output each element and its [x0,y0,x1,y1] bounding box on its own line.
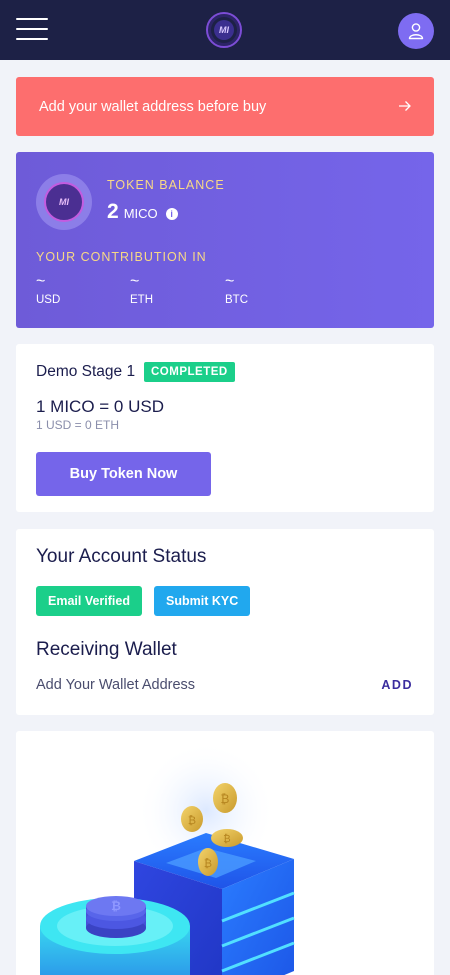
svg-text:₿: ₿ [111,899,121,913]
svg-text:₿: ₿ [204,857,212,870]
contribution-currency: ETH [130,294,153,306]
logo-text: MI [214,20,234,40]
info-icon[interactable]: i [165,208,178,220]
svg-text:₿: ₿ [188,814,196,827]
account-status-title: Your Account Status [36,546,207,567]
add-wallet-link[interactable]: ADD [381,678,413,692]
user-icon [408,23,424,40]
app-logo[interactable]: MI [206,12,242,48]
contribution-btc: ~ BTC [225,273,248,307]
top-navbar: MI [0,0,450,60]
contribution-label: YOUR CONTRIBUTION IN [36,250,207,264]
alert-text: Add your wallet address before buy [39,98,267,115]
receiving-wallet-title: Receiving Wallet [36,639,177,660]
token-balance-number: 2 [107,200,119,223]
arrow-right-icon [398,96,412,117]
contribution-currency: BTC [225,294,248,306]
contribution-eth: ~ ETH [130,273,153,307]
email-verified-button[interactable]: Email Verified [36,586,142,616]
wallet-address-text: Add Your Wallet Address [36,677,196,693]
user-profile-button[interactable] [398,13,434,49]
svg-text:₿: ₿ [221,792,230,806]
svg-text:₿: ₿ [223,833,230,845]
token-balance-label: TOKEN BALANCE [107,178,225,192]
token-balance-value: 2 MICO i [107,200,178,224]
contribution-currency: USD [36,294,61,306]
sale-stage-card: Demo Stage 1 COMPLETED 1 MICO = 0 USD 1 … [16,344,434,512]
crypto-illustration-card: ₿ ₿ ₿ ₿ ₿ [16,731,434,975]
exchange-rate: 1 USD = 0 ETH [36,418,120,432]
crypto-illustration: ₿ ₿ ₿ ₿ ₿ [40,741,295,975]
status-badge: COMPLETED [144,362,235,382]
token-balance-unit: MICO [123,206,158,221]
contribution-value: ~ [225,273,235,290]
submit-kyc-button[interactable]: Submit KYC [154,586,251,616]
stage-title: Demo Stage 1 [36,363,136,380]
account-status-card: Your Account Status Email Verified Submi… [16,529,434,715]
buy-token-button[interactable]: Buy Token Now [36,452,211,496]
contribution-value: ~ [130,273,140,290]
contribution-usd: ~ USD [36,273,61,307]
token-logo-text: MI [44,182,84,222]
token-balance-card: MI TOKEN BALANCE 2 MICO i YOUR CONTRIBUT… [16,152,434,328]
token-logo-icon: MI [36,174,92,230]
wallet-alert-banner[interactable]: Add your wallet address before buy [16,77,434,136]
token-price: 1 MICO = 0 USD [36,397,165,416]
contribution-value: ~ [36,273,46,290]
hamburger-menu-icon[interactable] [16,16,48,42]
